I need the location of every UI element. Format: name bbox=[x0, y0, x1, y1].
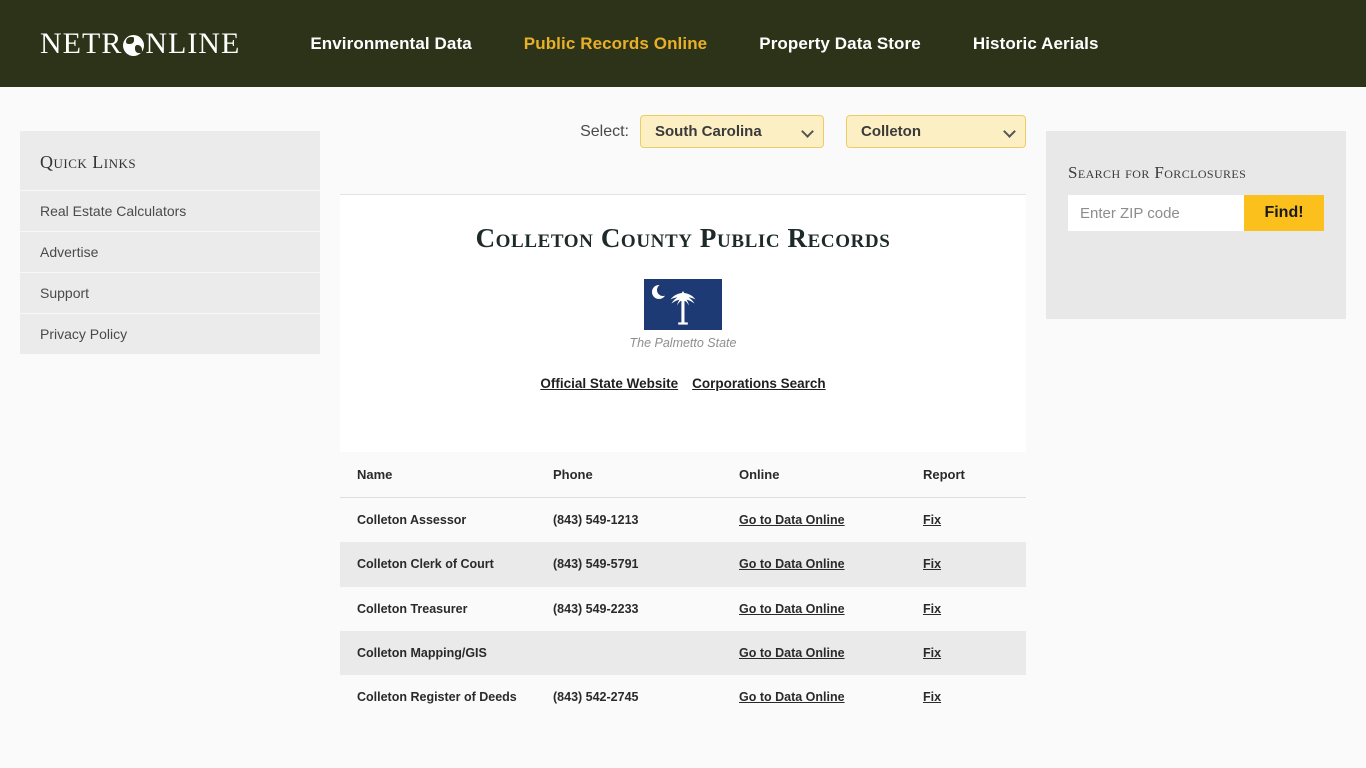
go-to-data-online-link[interactable]: Go to Data Online bbox=[739, 557, 845, 571]
nav-item-public-records-online[interactable]: Public Records Online bbox=[524, 34, 707, 54]
fix-link[interactable]: Fix bbox=[923, 557, 941, 571]
cell-online: Go to Data Online bbox=[722, 587, 906, 631]
sidebar-item-real-estate-calculators[interactable]: Real Estate Calculators bbox=[20, 190, 320, 231]
sidebar-item-support[interactable]: Support bbox=[20, 272, 320, 313]
cell-report: Fix bbox=[906, 631, 1026, 675]
palmetto-tree-icon bbox=[670, 291, 696, 325]
column-header-online: Online bbox=[722, 452, 906, 498]
selector-bar: Select: South Carolina Colleton bbox=[340, 87, 1026, 194]
table-head: Name Phone Online Report bbox=[340, 452, 1026, 498]
sidebar-item-privacy-policy[interactable]: Privacy Policy bbox=[20, 313, 320, 354]
forclosure-search-panel: Search for Forclosures Find! bbox=[1046, 131, 1346, 319]
cell-phone bbox=[536, 631, 722, 675]
table-row: Colleton Assessor (843) 549-1213 Go to D… bbox=[340, 498, 1026, 543]
records-header-card: Colleton County Public Records The Palme… bbox=[340, 194, 1026, 452]
county-select[interactable]: Colleton bbox=[846, 115, 1026, 148]
state-select[interactable]: South Carolina bbox=[640, 115, 824, 148]
column-header-report: Report bbox=[906, 452, 1026, 498]
cell-name: Colleton Assessor bbox=[357, 513, 467, 527]
quick-links-sidebar: Quick Links Real Estate Calculators Adve… bbox=[20, 131, 320, 354]
fix-link[interactable]: Fix bbox=[923, 513, 941, 527]
cell-name: Colleton Mapping/GIS bbox=[357, 645, 487, 660]
select-label: Select: bbox=[580, 122, 629, 140]
public-records-table: Name Phone Online Report Colleton Assess… bbox=[340, 452, 1026, 720]
go-to-data-online-link[interactable]: Go to Data Online bbox=[739, 513, 845, 527]
cell-phone: (843) 542-2745 bbox=[553, 690, 639, 704]
go-to-data-online-link[interactable]: Go to Data Online bbox=[739, 646, 845, 660]
find-button[interactable]: Find! bbox=[1244, 195, 1324, 231]
table-row: Colleton Register of Deeds (843) 542-274… bbox=[340, 675, 1026, 719]
cell-report: Fix bbox=[906, 587, 1026, 631]
forclosure-search-title: Search for Forclosures bbox=[1068, 163, 1247, 182]
netronline-logo[interactable]: NETR NLINE bbox=[40, 26, 241, 60]
state-caption: The Palmetto State bbox=[629, 336, 737, 350]
globe-icon bbox=[123, 35, 145, 56]
county-select-wrapper: Colleton bbox=[846, 115, 1026, 148]
column-header-phone: Phone bbox=[536, 452, 722, 498]
go-to-data-online-link[interactable]: Go to Data Online bbox=[739, 690, 845, 704]
state-select-wrapper: South Carolina bbox=[640, 115, 824, 148]
site-header: NETR NLINE Environmental Data Public Reco… bbox=[0, 0, 1366, 87]
south-carolina-flag-icon bbox=[644, 279, 722, 330]
cell-name: Colleton Treasurer bbox=[357, 601, 468, 616]
main-navigation: Environmental Data Public Records Online… bbox=[310, 34, 1098, 54]
fix-link[interactable]: Fix bbox=[923, 690, 941, 704]
table-body: Colleton Assessor (843) 549-1213 Go to D… bbox=[340, 498, 1026, 720]
cell-phone: (843) 549-1213 bbox=[553, 513, 639, 527]
cell-phone: (843) 549-2233 bbox=[553, 601, 639, 616]
cell-report: Fix bbox=[906, 542, 1026, 586]
table-header-row: Name Phone Online Report bbox=[340, 452, 1026, 498]
crescent-moon-icon bbox=[652, 284, 669, 299]
zip-search-row: Find! bbox=[1068, 195, 1324, 231]
sidebar-item-advertise[interactable]: Advertise bbox=[20, 231, 320, 272]
cell-online: Go to Data Online bbox=[722, 631, 906, 675]
logo-text-after: NLINE bbox=[145, 26, 241, 60]
fix-link[interactable]: Fix bbox=[923, 602, 941, 616]
logo-text-before: NETR bbox=[40, 26, 123, 60]
official-state-website-link[interactable]: Official State Website bbox=[540, 376, 678, 391]
corporations-search-link[interactable]: Corporations Search bbox=[692, 376, 826, 391]
cell-online: Go to Data Online bbox=[722, 675, 906, 719]
nav-item-historic-aerials[interactable]: Historic Aerials bbox=[973, 34, 1099, 54]
nav-item-property-data-store[interactable]: Property Data Store bbox=[759, 34, 921, 54]
page-title: Colleton County Public Records bbox=[475, 223, 891, 253]
table-row: Colleton Treasurer (843) 549-2233 Go to … bbox=[340, 587, 1026, 631]
zip-code-input[interactable] bbox=[1068, 195, 1244, 231]
table-row: Colleton Clerk of Court (843) 549-5791 G… bbox=[340, 542, 1026, 587]
state-links: Official State Website Corporations Sear… bbox=[340, 376, 1026, 391]
quick-links-title: Quick Links bbox=[40, 152, 137, 172]
column-header-name: Name bbox=[340, 452, 536, 498]
main-content: Select: South Carolina Colleton Colleton… bbox=[340, 87, 1026, 720]
cell-online: Go to Data Online bbox=[722, 542, 906, 586]
cell-phone: (843) 549-5791 bbox=[553, 557, 639, 572]
page-body: Quick Links Real Estate Calculators Adve… bbox=[0, 87, 1366, 768]
cell-name: Colleton Clerk of Court bbox=[357, 557, 494, 572]
cell-online: Go to Data Online bbox=[722, 498, 906, 543]
cell-report: Fix bbox=[906, 498, 1026, 543]
cell-report: Fix bbox=[906, 675, 1026, 719]
cell-name: Colleton Register of Deeds bbox=[357, 690, 517, 704]
table-row: Colleton Mapping/GIS Go to Data Online F… bbox=[340, 630, 1026, 675]
fix-link[interactable]: Fix bbox=[923, 646, 941, 660]
go-to-data-online-link[interactable]: Go to Data Online bbox=[739, 602, 845, 616]
nav-item-environmental-data[interactable]: Environmental Data bbox=[310, 34, 471, 54]
